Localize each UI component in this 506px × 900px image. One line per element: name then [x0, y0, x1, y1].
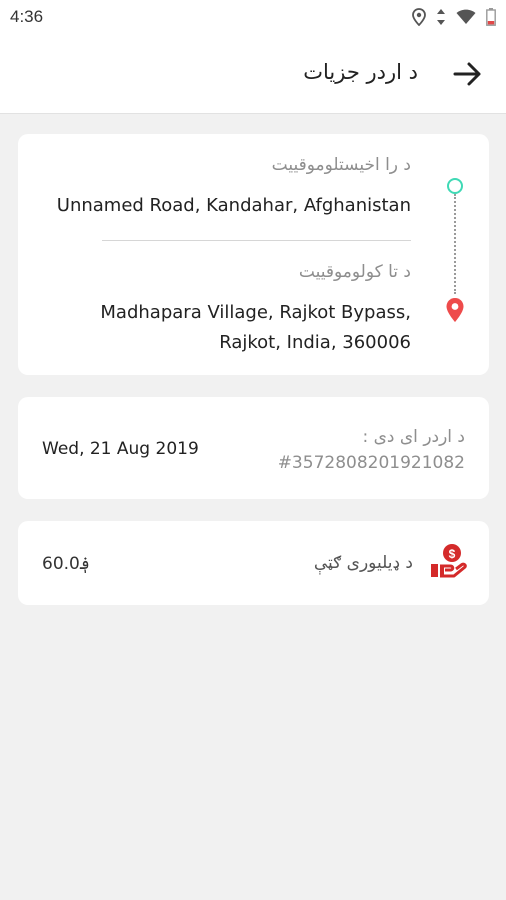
map-pin-icon: [445, 297, 465, 327]
start-point-icon: [447, 178, 463, 194]
arrow-right-icon: [453, 62, 481, 86]
route-card: د را اخیستلوموقییت Unnamed Road, Kandaha…: [18, 134, 489, 375]
order-date: Wed, 21 Aug 2019: [42, 439, 199, 459]
back-button[interactable]: [450, 56, 486, 92]
dropoff-address-line-1: Madhapara Village, Rajkot Bypass,: [100, 302, 411, 323]
order-id-label: د اردر ای دی :: [362, 427, 465, 447]
battery-icon: [486, 8, 496, 30]
status-time: 4:36: [10, 7, 44, 26]
pickup-address: Unnamed Road, Kandahar, Afghanistan: [56, 195, 411, 216]
status-icons: [412, 8, 496, 30]
status-bar: 4:36: [0, 0, 506, 36]
pickup-label: د را اخیستلوموقییت: [271, 155, 411, 175]
order-id-value: #3572808201921082: [277, 453, 465, 473]
wifi-icon: [456, 9, 476, 29]
svg-text:$: $: [449, 547, 456, 561]
delivery-fee-label: د ډیلیوری ګټې: [313, 553, 413, 573]
money-hand-icon: $: [430, 543, 468, 583]
location-icon: [412, 8, 426, 30]
data-arrows-icon: [436, 8, 446, 30]
dropoff-address-line-2: Rajkot, India, 360006: [219, 332, 411, 353]
app-bar: د اردر جزیات: [0, 36, 506, 114]
delivery-fee-card: $ د ډیلیوری ګټې 60.0؋: [18, 521, 489, 605]
delivery-fee-amount: 60.0؋: [42, 554, 90, 574]
page-title: د اردر جزیات: [303, 60, 418, 84]
dropoff-label: د تا کولوموقییت: [298, 262, 411, 282]
route-dotted-line: [454, 194, 456, 294]
order-card: د اردر ای دی : #3572808201921082 Wed, 21…: [18, 397, 489, 499]
route-divider: [102, 240, 411, 241]
